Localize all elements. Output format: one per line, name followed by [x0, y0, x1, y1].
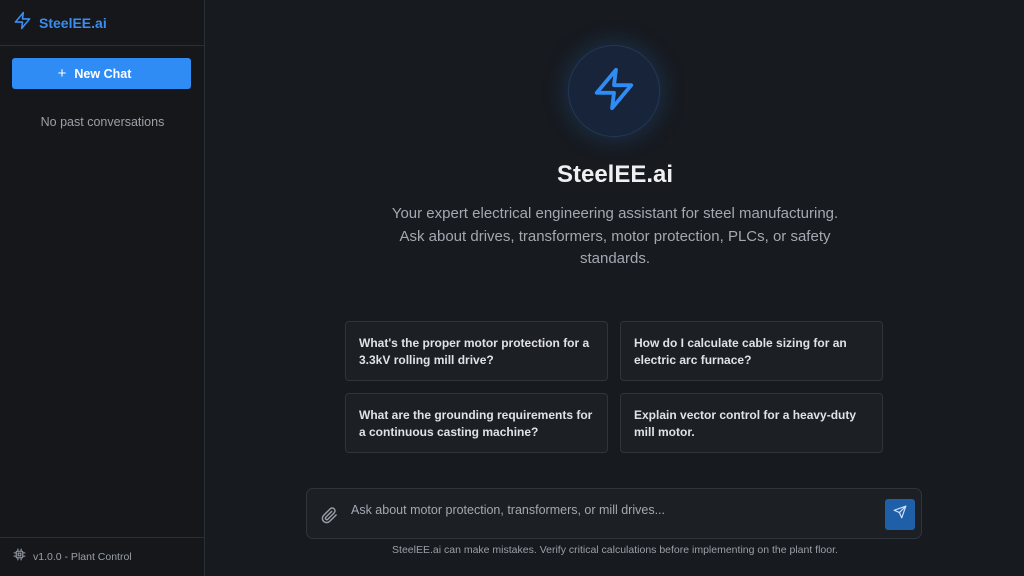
chat-main: SteelEE.ai Your expert electrical engine… — [206, 0, 1024, 576]
message-input[interactable] — [351, 499, 871, 521]
suggestion-card[interactable]: How do I calculate cable sizing for an e… — [620, 321, 883, 381]
sidebar-footer: v1.0.0 - Plant Control — [0, 537, 205, 576]
chip-icon — [13, 548, 26, 566]
lightning-bolt-icon — [591, 66, 637, 117]
new-chat-button[interactable]: + New Chat — [12, 58, 191, 89]
empty-conversations-text: No past conversations — [40, 115, 165, 129]
paperclip-icon[interactable] — [321, 507, 338, 524]
send-button[interactable] — [885, 499, 915, 530]
message-composer — [306, 488, 922, 539]
disclaimer-text: SteelEE.ai can make mistakes. Verify cri… — [392, 544, 838, 556]
sidebar-brand[interactable]: SteelEE.ai — [0, 0, 204, 46]
hero-badge — [568, 45, 660, 137]
hero-subtitle: Your expert electrical engineering assis… — [391, 205, 839, 267]
sidebar: SteelEE.ai + New Chat No past conversati… — [0, 0, 205, 576]
suggestion-card[interactable]: What's the proper motor protection for a… — [345, 321, 608, 381]
suggestion-card[interactable]: What are the grounding requirements for … — [345, 393, 608, 453]
suggestion-card[interactable]: Explain vector control for a heavy-duty … — [620, 393, 883, 453]
plus-icon: + — [57, 65, 67, 82]
hero-title: SteelEE.ai — [556, 161, 674, 188]
brand-name: SteelEE.ai — [39, 14, 107, 31]
version-label: v1.0.0 - Plant Control — [33, 551, 132, 563]
lightning-bolt-icon — [13, 11, 32, 35]
new-chat-label: New Chat — [74, 66, 132, 81]
send-icon — [893, 505, 907, 524]
